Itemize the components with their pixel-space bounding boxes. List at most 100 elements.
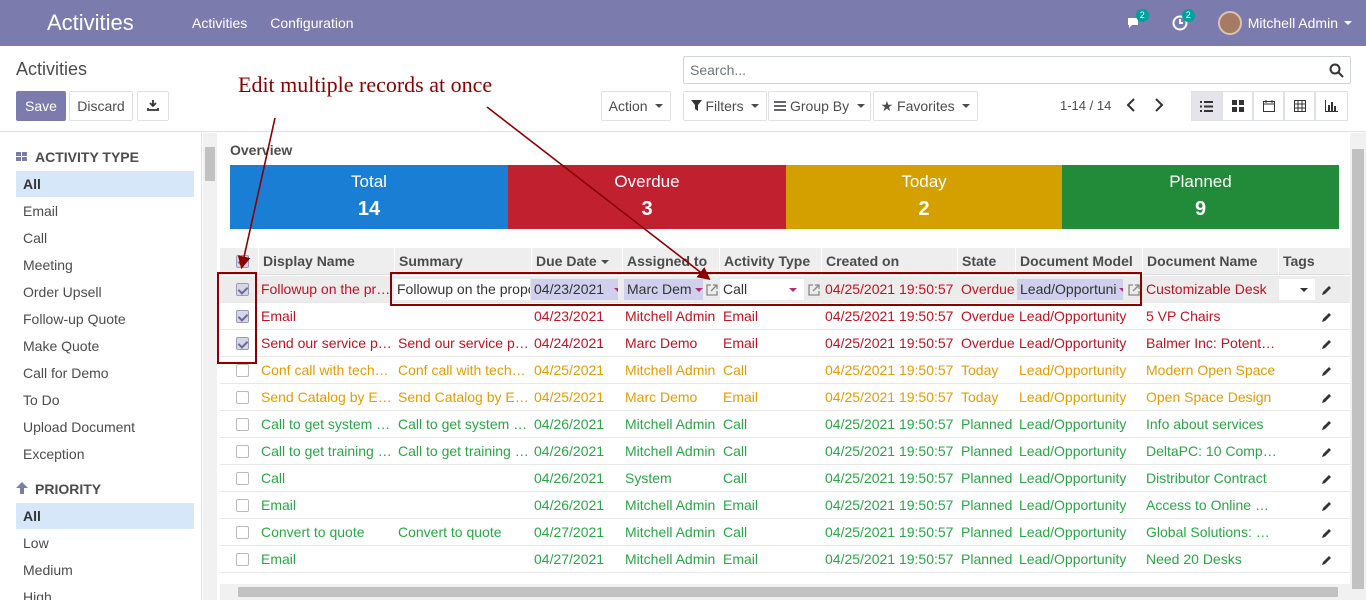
sidebar-item-meeting[interactable]: Meeting	[16, 252, 194, 278]
menu-configuration[interactable]: Configuration	[270, 15, 353, 31]
cell-display-name[interactable]: Conf call with techni…	[261, 357, 394, 384]
sidebar-item-follow-up-quote[interactable]: Follow-up Quote	[16, 306, 194, 332]
row-checkbox[interactable]	[236, 391, 249, 404]
cell-display-name[interactable]: Email	[261, 492, 394, 519]
cell-display-name[interactable]: Call to get training n…	[261, 438, 394, 465]
pencil-icon[interactable]	[1321, 337, 1333, 353]
sidebar-item-upload-document[interactable]: Upload Document	[16, 414, 194, 440]
cell-display-name[interactable]: Send our service pri…	[261, 330, 394, 357]
sidebar-item-priority-all[interactable]: All	[16, 503, 194, 529]
row-checkbox[interactable]	[236, 499, 249, 512]
pivot-view-icon[interactable]	[1284, 91, 1315, 121]
row-checkbox[interactable]	[236, 445, 249, 458]
table-row[interactable]: Email 04/26/2021 Mitchell Admin Email 04/25/…	[220, 492, 1350, 519]
tags-select[interactable]	[1279, 279, 1315, 300]
stat-total[interactable]: Total 14	[230, 165, 508, 229]
download-button[interactable]	[137, 91, 169, 121]
sidebar-scrollbar[interactable]	[203, 133, 217, 600]
row-checkbox[interactable]	[236, 526, 249, 539]
filters-dropdown[interactable]: Filters	[683, 91, 767, 121]
select-all-checkbox[interactable]	[236, 255, 249, 268]
cell-document-name[interactable]: Info about services	[1146, 411, 1277, 438]
cell-document-name[interactable]: 5 VP Chairs	[1146, 303, 1277, 330]
column-due-date[interactable]: Due Date	[531, 248, 623, 275]
sidebar-item-order-upsell[interactable]: Order Upsell	[16, 279, 194, 305]
chevron-down-icon[interactable]	[1344, 21, 1352, 25]
cell-display-name[interactable]: Call	[261, 465, 394, 492]
search-input[interactable]: Search...	[683, 56, 1351, 84]
row-checkbox[interactable]	[236, 418, 249, 431]
pencil-icon[interactable]	[1321, 499, 1333, 515]
cell-document-name[interactable]: DeltaPC: 10 Compu…	[1146, 438, 1277, 465]
table-row[interactable]: Call to get system r… Call to get system …	[220, 411, 1350, 438]
app-title[interactable]: Activities	[47, 10, 192, 36]
cell-document-name[interactable]: Access to Online C…	[1146, 492, 1277, 519]
stat-planned[interactable]: Planned 9	[1062, 165, 1339, 229]
sidebar-item-make-quote[interactable]: Make Quote	[16, 333, 194, 359]
cell-display-name[interactable]: Followup on the propo	[261, 276, 394, 303]
stat-today[interactable]: Today 2	[786, 165, 1062, 229]
column-assigned-to[interactable]: Assigned to	[622, 248, 719, 275]
user-name[interactable]: Mitchell Admin	[1248, 15, 1338, 31]
cell-document-name[interactable]: Customizable Desk	[1146, 276, 1277, 303]
sidebar-item-call-for-demo[interactable]: Call for Demo	[16, 360, 194, 386]
column-display-name[interactable]: Display Name	[258, 248, 395, 275]
sidebar-item-low[interactable]: Low	[16, 530, 194, 556]
table-row[interactable]: Send Catalog by E… Send Catalog by E… 04/2…	[220, 384, 1350, 411]
table-row[interactable]: Email 04/27/2021 Mitchell Admin Email 04/25/…	[220, 546, 1350, 573]
page-scrollbar[interactable]	[1350, 133, 1366, 600]
cell-document-name[interactable]: Open Space Design	[1146, 384, 1277, 411]
cell-display-name[interactable]: Email	[261, 303, 394, 330]
cell-display-name[interactable]: Convert to quote	[261, 519, 394, 546]
table-row[interactable]: Send our service pri… Send our service pr…	[220, 330, 1350, 357]
column-tags[interactable]: Tags	[1278, 248, 1316, 275]
horizontal-scrollbar-thumb[interactable]	[238, 587, 1338, 597]
table-row[interactable]: Convert to quote Convert to quote 04/27/20…	[220, 519, 1350, 546]
column-created-on[interactable]: Created on	[821, 248, 958, 275]
search-icon[interactable]	[1329, 63, 1344, 81]
cell-display-name[interactable]: Call to get system r…	[261, 411, 394, 438]
graph-view-icon[interactable]	[1315, 91, 1348, 121]
cell-document-name[interactable]: Balmer Inc: Potenti…	[1146, 330, 1277, 357]
sidebar-item-exception[interactable]: Exception	[16, 441, 194, 467]
column-state[interactable]: State	[957, 248, 1016, 275]
column-document-name[interactable]: Document Name	[1142, 248, 1279, 275]
list-view-icon[interactable]	[1191, 91, 1222, 121]
calendar-view-icon[interactable]	[1253, 91, 1284, 121]
cell-document-name[interactable]: Global Solutions: F…	[1146, 519, 1277, 546]
discard-button[interactable]: Discard	[69, 91, 133, 121]
pager-previous-icon[interactable]	[1126, 98, 1136, 115]
pencil-icon[interactable]	[1321, 526, 1333, 542]
pager-next-icon[interactable]	[1154, 98, 1164, 115]
cell-display-name[interactable]: Email	[261, 546, 394, 573]
pencil-icon[interactable]	[1321, 553, 1333, 569]
sidebar-scrollbar-thumb[interactable]	[205, 147, 215, 181]
action-dropdown[interactable]: Action	[601, 91, 671, 121]
table-row[interactable]: Email 04/23/2021 Mitchell Admin Email 04/25/…	[220, 303, 1350, 330]
row-checkbox[interactable]	[236, 553, 249, 566]
column-activity-type[interactable]: Activity Type	[719, 248, 822, 275]
pencil-icon[interactable]	[1321, 445, 1333, 461]
cell-document-name[interactable]: Modern Open Space	[1146, 357, 1277, 384]
table-row[interactable]: Call 04/26/2021 System Call 04/25/2021 19:50…	[220, 465, 1350, 492]
save-button[interactable]: Save	[16, 91, 66, 121]
page-scrollbar-thumb[interactable]	[1352, 149, 1364, 589]
cell-display-name[interactable]: Send Catalog by E…	[261, 384, 394, 411]
groupby-dropdown[interactable]: Group By	[768, 91, 871, 121]
user-avatar[interactable]	[1217, 11, 1242, 35]
stat-overdue[interactable]: Overdue 3	[508, 165, 786, 229]
table-horizontal-scrollbar[interactable]	[220, 584, 1350, 600]
activity-clock-icon[interactable]: 2	[1172, 9, 1195, 31]
menu-activities[interactable]: Activities	[192, 15, 247, 31]
column-document-model[interactable]: Document Model	[1015, 248, 1143, 275]
pencil-icon[interactable]	[1321, 472, 1333, 488]
pencil-icon[interactable]	[1321, 283, 1333, 299]
pencil-icon[interactable]	[1321, 310, 1333, 326]
pencil-icon[interactable]	[1321, 391, 1333, 407]
sidebar-item-call[interactable]: Call	[16, 225, 194, 251]
row-checkbox[interactable]	[236, 364, 249, 377]
row-checkbox[interactable]	[236, 472, 249, 485]
table-row[interactable]: Conf call with techni… Conf call with tec…	[220, 357, 1350, 384]
pager-value[interactable]: 1-14 / 14	[1060, 98, 1111, 113]
favorites-dropdown[interactable]: ★ Favorites	[873, 91, 978, 121]
